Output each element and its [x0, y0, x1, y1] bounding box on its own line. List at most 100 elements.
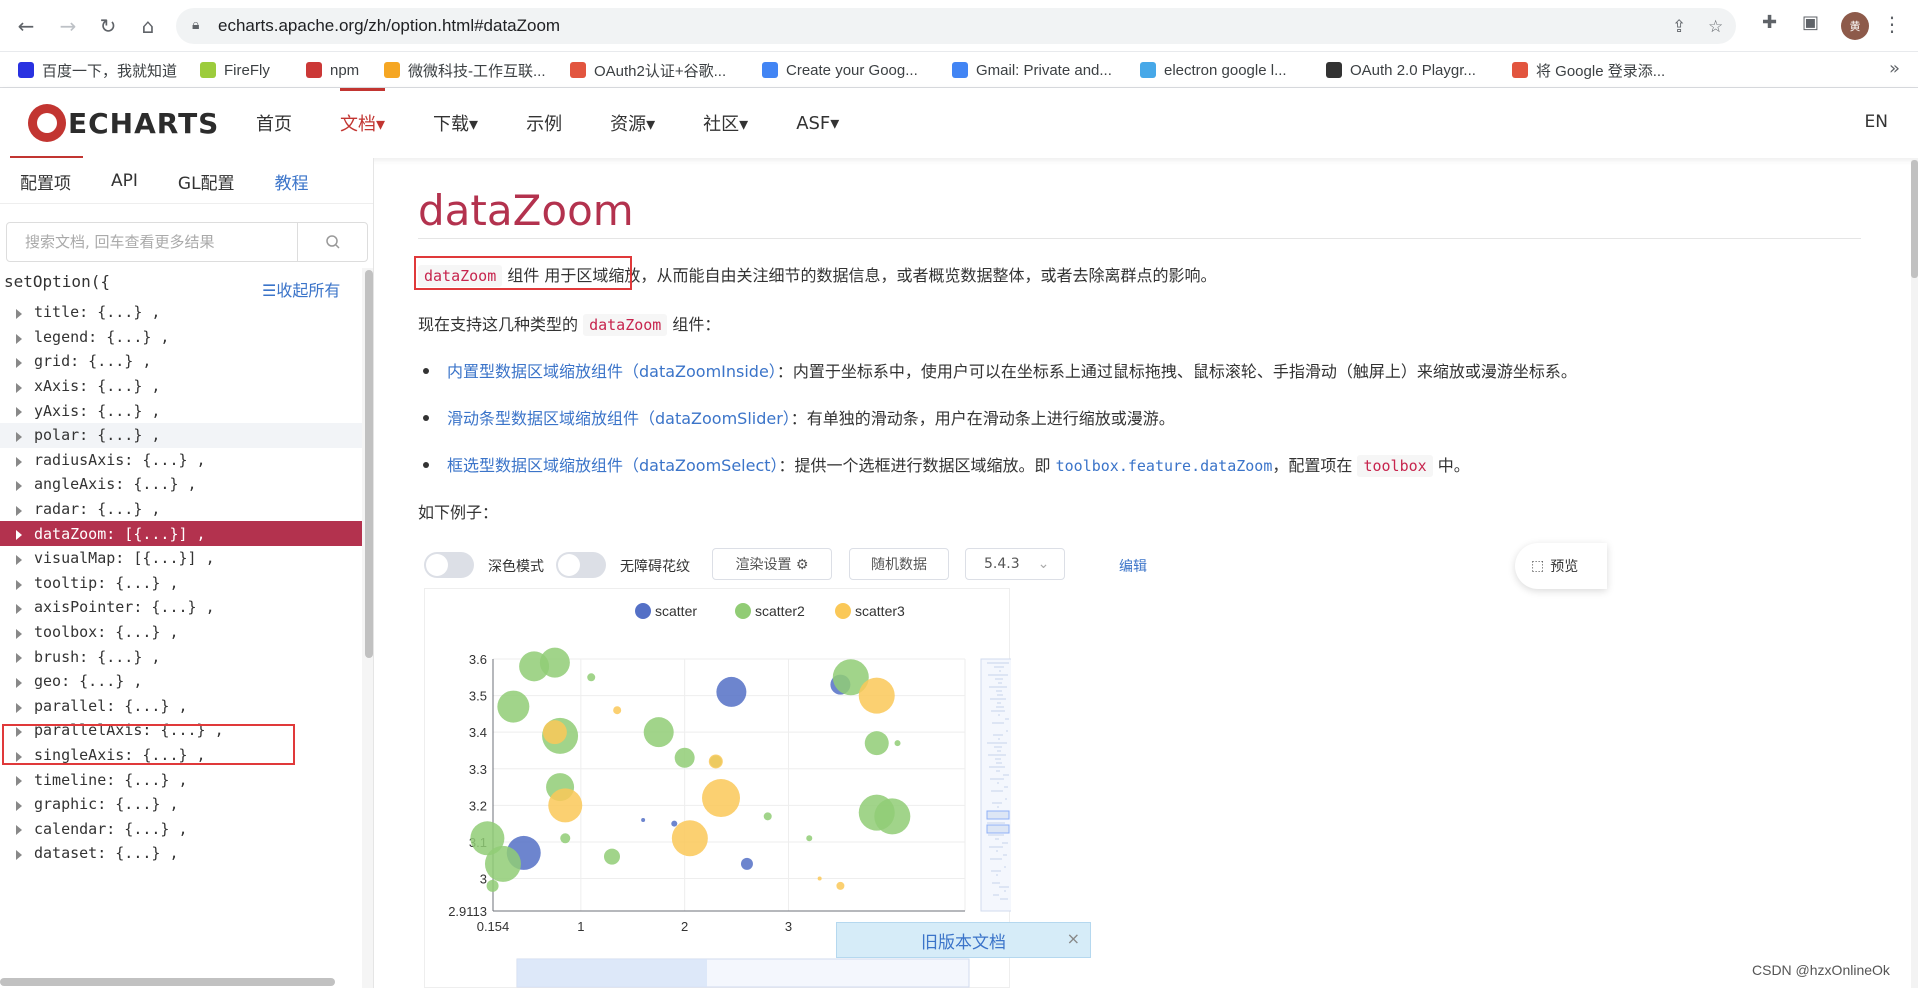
dark-mode-toggle[interactable] — [424, 552, 474, 578]
bookmark-item[interactable]: Create your Goog... — [762, 60, 918, 80]
render-settings-button[interactable]: 渲染设置 ⚙ — [712, 548, 832, 580]
tree-item[interactable]: radiusAxis: {...} , — [0, 448, 362, 473]
star-icon[interactable]: ☆ — [1708, 17, 1723, 37]
search-input[interactable] — [7, 223, 297, 261]
version-select[interactable]: 5.4.3 ⌄ — [965, 548, 1065, 580]
page-scrollbar[interactable] — [1911, 160, 1918, 278]
expand-arrow-icon[interactable] — [16, 800, 22, 811]
share-icon[interactable]: ⇪ — [1672, 17, 1686, 37]
tree-item[interactable]: timeline: {...} , — [0, 767, 362, 792]
nav-item[interactable]: 示例 — [502, 88, 586, 158]
sidebar-scrollbar[interactable] — [365, 270, 373, 658]
side-panel-icon[interactable]: ▣ — [1802, 12, 1819, 33]
expand-arrow-icon[interactable] — [16, 653, 22, 664]
tree-item[interactable]: legend: {...} , — [0, 325, 362, 350]
bookmark-item[interactable]: npm — [306, 60, 359, 80]
tree-item[interactable]: grid: {...} , — [0, 349, 362, 374]
preview-button[interactable]: ⬚ 预览 — [1515, 543, 1607, 589]
tree-item[interactable]: parallel: {...} , — [0, 694, 362, 719]
sidebar-tab[interactable]: 教程 — [255, 158, 329, 204]
tree-item[interactable]: xAxis: {...} , — [0, 374, 362, 399]
echarts-logo[interactable]: ECHARTS — [28, 104, 219, 142]
extensions-icon[interactable]: ✚ — [1762, 12, 1777, 33]
sidebar-tab[interactable]: GL配置 — [158, 158, 255, 204]
sidebar-tab[interactable]: 配置项 — [0, 158, 91, 204]
search-icon[interactable] — [297, 223, 367, 261]
language-switch[interactable]: EN — [1865, 112, 1888, 132]
datazoom-slider-link[interactable]: 滑动条型数据区域缩放组件（dataZoomSlider） — [447, 409, 791, 428]
tree-item[interactable]: axisPointer: {...} , — [0, 595, 362, 620]
expand-arrow-icon[interactable] — [16, 505, 22, 516]
expand-arrow-icon[interactable] — [16, 431, 22, 442]
bookmark-item[interactable]: OAuth 2.0 Playgr... — [1326, 60, 1476, 80]
tree-item[interactable]: graphic: {...} , — [0, 792, 362, 817]
expand-arrow-icon[interactable] — [16, 407, 22, 418]
nav-item[interactable]: 社区▾ — [679, 88, 772, 158]
nav-item[interactable]: 资源▾ — [586, 88, 679, 158]
tree-item[interactable]: yAxis: {...} , — [0, 398, 362, 423]
old-docs-banner[interactable]: 旧版本文档 × — [836, 922, 1091, 958]
list-item-text: ，配置项在 — [1272, 456, 1358, 475]
nav-item[interactable]: ASF▾ — [772, 88, 863, 158]
bookmark-item[interactable]: electron google l... — [1140, 60, 1287, 80]
expand-arrow-icon[interactable] — [16, 456, 22, 467]
toolbox-feature-link[interactable]: toolbox.feature.dataZoom — [1056, 457, 1273, 475]
tree-item[interactable]: calendar: {...} , — [0, 816, 362, 841]
home-icon[interactable]: ⌂ — [134, 12, 162, 40]
random-data-button[interactable]: 随机数据 — [849, 548, 949, 580]
tree-item[interactable]: dataset: {...} , — [0, 841, 362, 866]
page-scroll-track[interactable] — [1911, 158, 1918, 988]
nav-item[interactable]: 文档▾ — [316, 88, 409, 158]
bookmark-item[interactable]: 将 Google 登录添... — [1512, 60, 1665, 80]
reload-icon[interactable]: ↻ — [94, 12, 122, 40]
tree-item[interactable]: title: {...} , — [0, 300, 362, 325]
tree-item[interactable]: visualMap: [{...}] , — [0, 546, 362, 571]
tree-item[interactable]: dataZoom: [{...}] , — [0, 521, 362, 546]
url-text[interactable]: echarts.apache.org/zh/option.html#dataZo… — [218, 16, 560, 36]
datazoom-select-link[interactable]: 框选型数据区域缩放组件（dataZoomSelect） — [447, 456, 779, 475]
close-icon[interactable]: × — [1067, 929, 1080, 948]
menu-icon[interactable]: ⋮ — [1882, 12, 1902, 36]
bookmark-item[interactable]: 百度一下，我就知道 — [18, 60, 177, 80]
tree-item-label: geo: {...} , — [34, 672, 143, 691]
expand-arrow-icon[interactable] — [16, 530, 22, 541]
avatar[interactable]: 黄 — [1841, 12, 1869, 40]
datazoom-inside-link[interactable]: 内置型数据区域缩放组件（dataZoomInside） — [447, 362, 777, 381]
tree-item[interactable]: tooltip: {...} , — [0, 571, 362, 596]
sidebar-hscrollbar[interactable] — [0, 978, 335, 986]
expand-arrow-icon[interactable] — [16, 825, 22, 836]
tree-item[interactable]: brush: {...} , — [0, 644, 362, 669]
expand-arrow-icon[interactable] — [16, 702, 22, 713]
tree-item[interactable]: toolbox: {...} , — [0, 620, 362, 645]
bookmarks-more-icon[interactable]: » — [1889, 58, 1900, 79]
expand-arrow-icon[interactable] — [16, 481, 22, 492]
expand-arrow-icon[interactable] — [16, 554, 22, 565]
nav-item[interactable]: 下载▾ — [409, 88, 502, 158]
expand-arrow-icon[interactable] — [16, 850, 22, 861]
expand-arrow-icon[interactable] — [16, 358, 22, 369]
expand-arrow-icon[interactable] — [16, 628, 22, 639]
bookmark-item[interactable]: 微微科技-工作互联... — [384, 60, 546, 80]
bookmark-item[interactable]: Gmail: Private and... — [952, 60, 1112, 80]
address-bar[interactable]: 🔒︎ echarts.apache.org/zh/option.html#dat… — [176, 8, 1736, 44]
tree-item[interactable]: geo: {...} , — [0, 669, 362, 694]
tree-item[interactable]: angleAxis: {...} , — [0, 472, 362, 497]
expand-arrow-icon[interactable] — [16, 677, 22, 688]
expand-arrow-icon[interactable] — [16, 604, 22, 615]
bookmark-item[interactable]: OAuth2认证+谷歌... — [570, 60, 726, 80]
expand-arrow-icon[interactable] — [16, 579, 22, 590]
forward-icon[interactable]: → — [54, 12, 82, 40]
collapse-all-button[interactable]: ☰收起所有 — [262, 277, 340, 301]
sidebar-tab[interactable]: API — [91, 158, 158, 204]
back-icon[interactable]: ← — [12, 12, 40, 40]
bookmark-item[interactable]: FireFly — [200, 60, 270, 80]
expand-arrow-icon[interactable] — [16, 382, 22, 393]
expand-arrow-icon[interactable] — [16, 333, 22, 344]
expand-arrow-icon[interactable] — [16, 776, 22, 787]
a11y-toggle[interactable] — [556, 552, 606, 578]
tree-item[interactable]: polar: {...} , — [0, 422, 362, 448]
tree-item[interactable]: radar: {...} , — [0, 497, 362, 522]
expand-arrow-icon[interactable] — [16, 309, 22, 319]
edit-link[interactable]: 编辑 — [1119, 556, 1147, 576]
nav-item[interactable]: 首页 — [232, 88, 316, 158]
